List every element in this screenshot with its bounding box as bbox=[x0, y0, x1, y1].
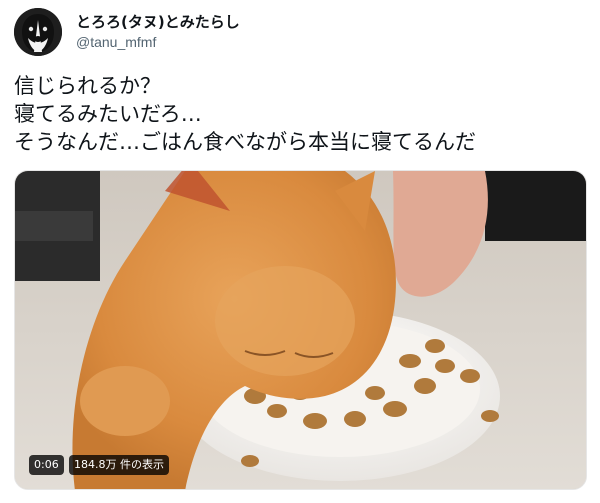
view-count-badge: 184.8万 件の表示 bbox=[69, 455, 169, 475]
tweet-line: 信じられるか？ bbox=[14, 74, 161, 98]
avatar[interactable] bbox=[14, 8, 62, 56]
tweet-line: 寝てるみたいだろ… bbox=[14, 102, 202, 126]
video-frame bbox=[15, 171, 586, 489]
dog-avatar-icon bbox=[14, 8, 62, 56]
author-handle[interactable]: @tanu_mfmf bbox=[76, 34, 156, 50]
video-player[interactable]: 0:06 184.8万 件の表示 bbox=[14, 170, 587, 490]
tweet-text: 信じられるか？ 寝てるみたいだろ… そうなんだ…ごはん食べながら本当に寝てるんだ bbox=[14, 72, 586, 156]
author-display-name[interactable]: とろろ(タヌ)とみたらし bbox=[76, 11, 240, 32]
tweet-line: そうなんだ…ごはん食べながら本当に寝てるんだ bbox=[14, 130, 476, 154]
video-duration-badge: 0:06 bbox=[29, 455, 64, 475]
